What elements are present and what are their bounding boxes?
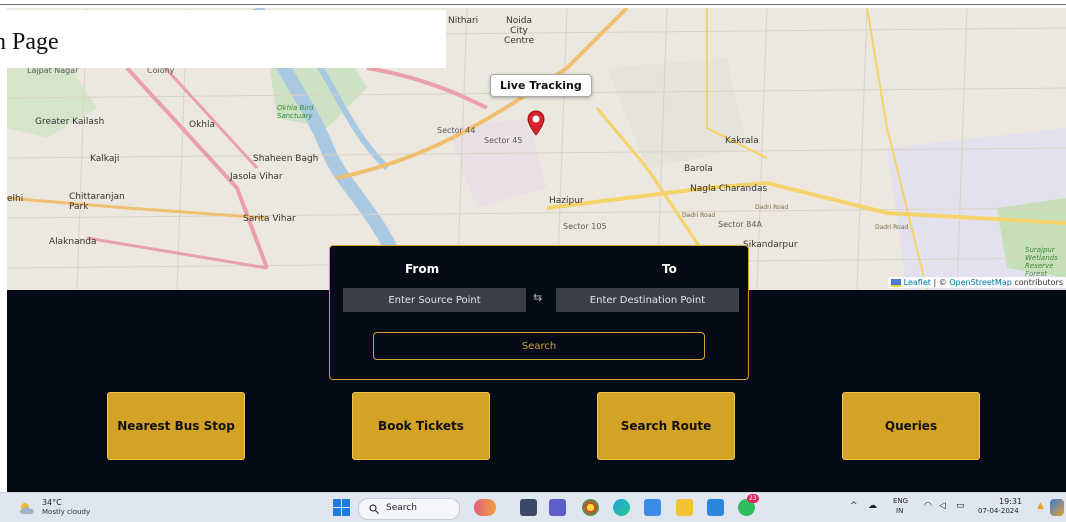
map-label: Dadri Road: [755, 204, 789, 211]
map-label: Dadri Road: [875, 224, 909, 231]
map-label: Sarita Vihar: [243, 214, 296, 224]
wifi-icon[interactable]: ◠: [924, 501, 932, 511]
taskbar: 34°C Mostly cloudy Search 23 ^ ☁ ENG IN …: [0, 492, 1066, 522]
vscode-icon[interactable]: [707, 499, 724, 516]
map-label: Sector 84A: [718, 220, 762, 229]
weather-description: Mostly cloudy: [42, 508, 91, 516]
show-hidden-icons[interactable]: ^: [850, 501, 858, 511]
map-label: Barola: [684, 164, 713, 174]
attribution-tail: contributors: [1011, 278, 1063, 287]
map-label: Greater Kailash: [35, 117, 105, 127]
map-label: Kalkaji: [90, 154, 120, 164]
app-window: Nithari Noida City Centre Lajpat Nagar C…: [0, 0, 1066, 522]
notification-badge: 23: [747, 494, 759, 503]
map-label: Hazipur: [549, 196, 584, 206]
map-label: Sector 105: [563, 222, 607, 231]
map-label: elhi: [7, 194, 24, 204]
swap-icon[interactable]: ⇆: [533, 291, 542, 304]
destination-input[interactable]: [556, 288, 739, 312]
store-icon[interactable]: [644, 499, 661, 516]
bell-icon[interactable]: ▲: [1037, 501, 1044, 511]
nearest-bus-stop-button[interactable]: Nearest Bus Stop: [107, 392, 245, 460]
windows-start-icon[interactable]: [333, 499, 350, 516]
map-label: Nagla Charandas: [690, 184, 768, 194]
source-input[interactable]: [343, 288, 526, 312]
weather-temperature: 34°C: [42, 498, 62, 507]
teams-icon[interactable]: [549, 499, 566, 516]
search-icon: [369, 504, 379, 514]
from-label: From: [405, 262, 440, 276]
attribution-separator: | ©: [930, 278, 950, 287]
live-tracking-tooltip: Live Tracking: [490, 74, 592, 97]
page-title: n Page: [0, 10, 446, 68]
map-label: Kakrala: [725, 136, 759, 146]
volume-icon[interactable]: ◁: [939, 501, 946, 511]
map-label: Jasola Vihar: [230, 172, 283, 182]
map-label: Sector 44: [437, 126, 476, 135]
weather-widget[interactable]: [18, 500, 38, 519]
map-label: Chittaranjan Park: [69, 192, 125, 212]
map-label: Shaheen Bagh: [253, 154, 319, 164]
queries-button[interactable]: Queries: [842, 392, 980, 460]
onedrive-icon[interactable]: ☁: [868, 501, 877, 511]
window-top-border: [0, 0, 1066, 5]
chrome-icon[interactable]: [582, 499, 599, 516]
cloud-sun-icon: [20, 503, 34, 514]
map-label: Sikandarpur: [743, 240, 798, 250]
map-label: Surajpur Wetlands Reserve Forest: [1025, 246, 1058, 278]
map-attribution: Leaflet | © OpenStreetMap contributors: [888, 277, 1066, 288]
clock-time[interactable]: 19:31: [999, 497, 1022, 506]
edge-icon[interactable]: [613, 499, 630, 516]
taskbar-search-label: Search: [386, 503, 417, 513]
search-button[interactable]: Search: [373, 332, 705, 360]
battery-icon[interactable]: ▭: [956, 501, 965, 511]
clock-date[interactable]: 07-04-2024: [978, 507, 1019, 515]
language-region: IN: [896, 507, 904, 515]
map-label: Alaknanda: [49, 237, 97, 247]
location-pin-icon[interactable]: [527, 110, 545, 140]
task-view-icon[interactable]: [520, 499, 537, 516]
file-explorer-icon[interactable]: [676, 499, 693, 516]
map-label: Dadri Road: [682, 212, 716, 219]
taskbar-search-box[interactable]: Search: [358, 498, 460, 520]
to-label: To: [662, 262, 677, 276]
route-search-panel: From To ⇆ Search: [329, 245, 749, 380]
search-route-button[interactable]: Search Route: [597, 392, 735, 460]
leaflet-flag-icon: [891, 278, 902, 287]
book-tickets-button[interactable]: Book Tickets: [352, 392, 490, 460]
map-label: Okhla: [189, 120, 216, 130]
page-title-text: n Page: [0, 29, 59, 55]
copilot-icon[interactable]: [1050, 499, 1064, 516]
map-label: Sector 45: [484, 136, 523, 145]
language-indicator[interactable]: ENG: [893, 497, 908, 505]
widgets-icon[interactable]: [474, 499, 496, 516]
map-label: Noida City Centre: [503, 16, 535, 46]
osm-link[interactable]: OpenStreetMap: [949, 278, 1012, 287]
map-label: Nithari: [448, 16, 479, 26]
map-label: Okhla Bird Sanctuary: [277, 104, 314, 120]
leaflet-link[interactable]: Leaflet: [904, 278, 931, 287]
